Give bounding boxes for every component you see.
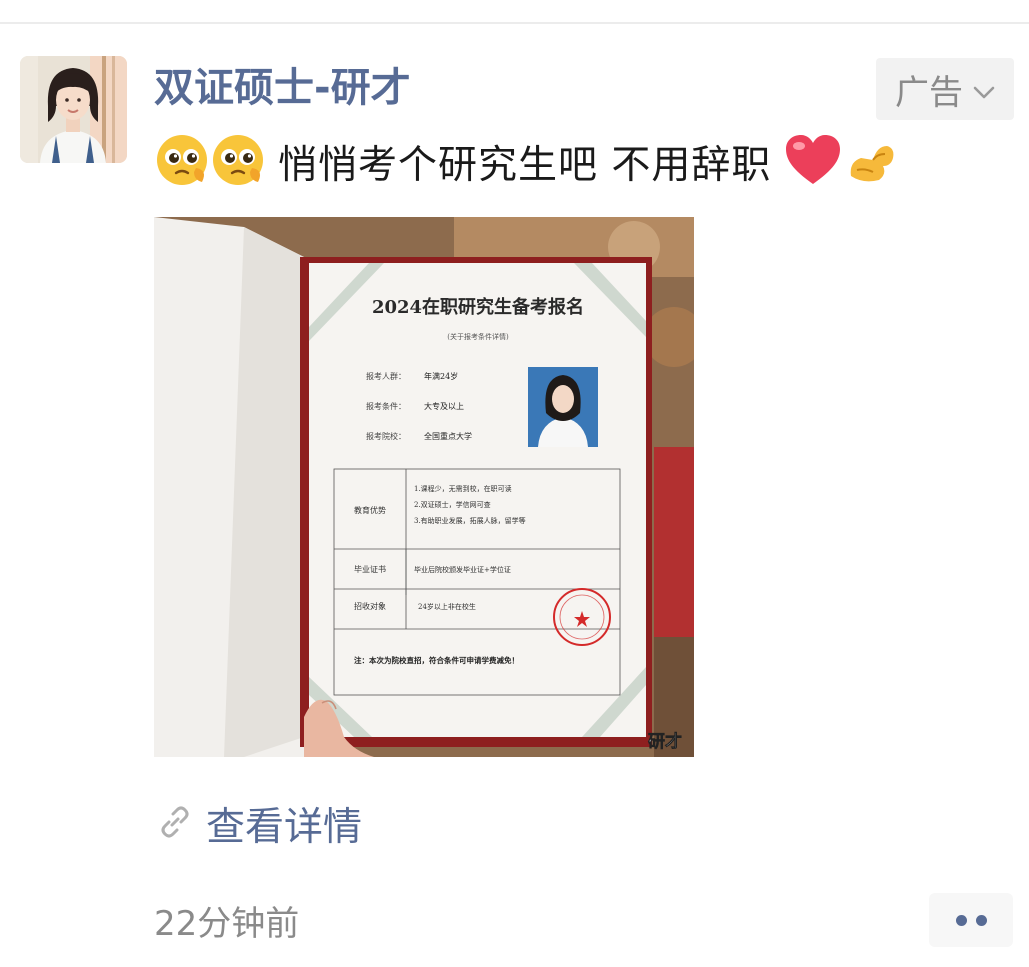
top-divider [0,22,1029,24]
id-photo [528,367,598,447]
table-label: 教育优势 [354,505,386,515]
red-heart-icon [783,132,843,192]
post-image[interactable]: 2024在职研究生备考报名 (关于报考条件详情) 报考人群： 年满24岁 报考条… [154,217,694,757]
field-value: 全国重点大学 [424,431,472,441]
post-timestamp: 22分钟前 [154,904,300,944]
ad-label: 广告 [895,72,963,113]
flexed-biceps-icon [843,132,899,192]
table-line: 毕业后院校颁发毕业证+学位证 [414,565,511,574]
view-details-link[interactable]: 查看详情 [158,796,362,852]
post-caption: 悄悄考个研究生吧 不用辞职 [154,134,899,190]
link-icon [158,805,192,843]
certificate-subtitle: (关于报考条件详情) [447,332,509,341]
table-label: 毕业证书 [354,564,386,574]
pleading-face-icon [154,132,210,192]
field-label: 报考院校： [366,431,406,441]
more-actions-button[interactable] [929,893,1013,947]
field-label: 报考条件： [366,401,406,411]
table-label: 招收对象 [354,601,386,611]
author-name[interactable]: 双证硕士-研才 [154,62,411,114]
more-dots-icon [955,914,987,926]
field-value: 年满24岁 [424,371,458,381]
image-watermark: 研才 [648,731,682,752]
caption-text: 悄悄考个研究生吧 不用辞职 [278,143,772,188]
field-value: 大专及以上 [424,401,464,411]
table-line: 2.双证硕士，学信网可查 [414,500,491,509]
ad-label-button[interactable]: 广告 [876,58,1014,120]
table-line: 24岁以上非在校生 [418,602,476,611]
field-label: 报考人群： [366,371,406,381]
certificate-title: 2024在职研究生备考报名 [372,296,584,318]
chevron-down-icon [973,69,995,109]
view-details-label: 查看详情 [206,805,363,850]
certificate-note: 注：本次为院校直招，符合条件可申请学费减免！ [354,655,519,665]
table-line: 1.课程少，无需到校，在职可读 [414,484,512,493]
table-line: 3.有助职业发展，拓展人脉，留学等 [414,516,526,525]
avatar[interactable] [20,56,127,163]
pleading-face-icon [210,132,266,192]
